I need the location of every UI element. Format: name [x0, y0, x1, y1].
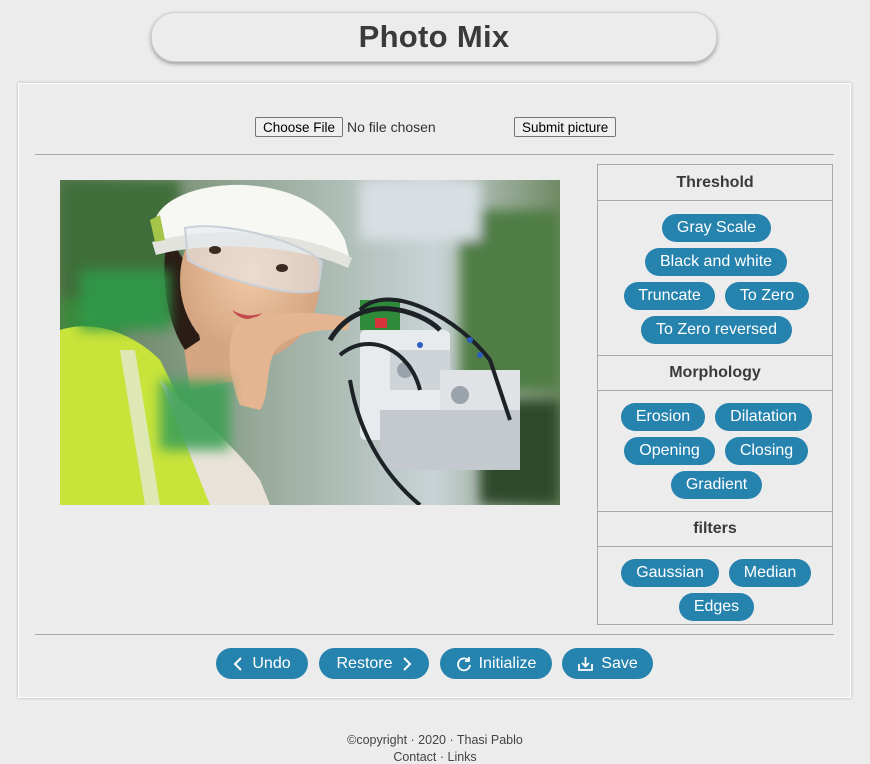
file-status-text: No file chosen: [347, 119, 436, 135]
to-zero-button[interactable]: To Zero: [725, 282, 809, 310]
truncate-button[interactable]: Truncate: [624, 282, 715, 310]
chevron-left-icon: [233, 656, 243, 671]
opening-button[interactable]: Opening: [624, 437, 715, 465]
closing-button[interactable]: Closing: [725, 437, 808, 465]
restore-label: Restore: [336, 654, 393, 672]
median-button[interactable]: Median: [729, 559, 811, 587]
dilatation-button[interactable]: Dilatation: [715, 403, 812, 431]
refresh-icon: [456, 656, 471, 671]
to-zero-reversed-button[interactable]: To Zero reversed: [641, 316, 792, 344]
chevron-right-icon: [402, 656, 411, 671]
save-label: Save: [601, 654, 638, 672]
undo-button[interactable]: Undo: [216, 648, 308, 679]
gaussian-button[interactable]: Gaussian: [621, 559, 719, 587]
footer-links: Contact · Links: [393, 750, 477, 764]
filters-buttons: Gaussian Median Edges: [598, 547, 832, 624]
top-divider: [35, 154, 834, 155]
main-panel: Choose File No file chosen Submit pictur…: [18, 83, 851, 698]
bottom-divider: [35, 634, 834, 635]
morphology-heading: Morphology: [598, 355, 832, 391]
submit-picture-button[interactable]: Submit picture: [514, 117, 617, 137]
choose-file-button[interactable]: Choose File: [255, 117, 344, 137]
filters-heading: filters: [598, 511, 832, 547]
threshold-heading: Threshold: [598, 165, 832, 201]
app-title: Photo Mix: [151, 12, 717, 62]
initialize-button[interactable]: Initialize: [440, 648, 552, 679]
save-button[interactable]: Save: [562, 648, 653, 679]
gray-scale-button[interactable]: Gray Scale: [662, 214, 771, 242]
preview-photo: [60, 180, 560, 505]
download-icon: [578, 656, 594, 671]
operations-panel: Threshold Gray Scale Black and white Tru…: [597, 164, 833, 625]
footer-copyright: ©copyright · 2020 · Thasi Pablo: [347, 733, 523, 747]
initialize-label: Initialize: [478, 654, 537, 672]
upload-row: Choose File No file chosen Submit pictur…: [19, 117, 850, 139]
gradient-button[interactable]: Gradient: [671, 471, 762, 499]
threshold-buttons: Gray Scale Black and white Truncate To Z…: [598, 201, 832, 355]
restore-button[interactable]: Restore: [319, 648, 429, 679]
edges-button[interactable]: Edges: [679, 593, 754, 621]
morphology-buttons: Erosion Dilatation Opening Closing Gradi…: [598, 391, 832, 511]
undo-label: Undo: [252, 654, 291, 672]
erosion-button[interactable]: Erosion: [621, 403, 705, 431]
black-and-white-button[interactable]: Black and white: [645, 248, 787, 276]
